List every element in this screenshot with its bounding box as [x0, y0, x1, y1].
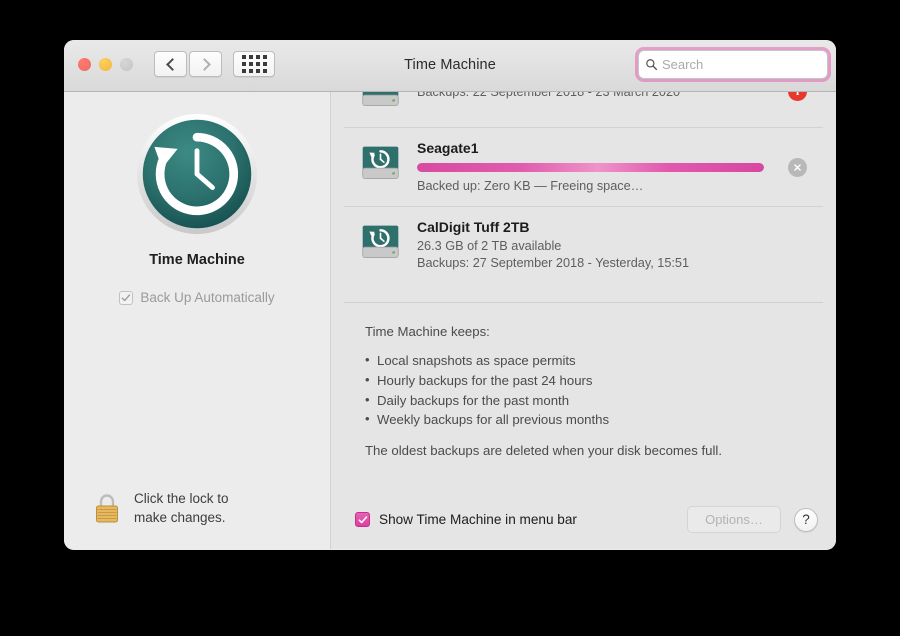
divider	[344, 302, 823, 303]
time-machine-icon	[136, 113, 258, 235]
search-icon	[646, 59, 658, 71]
lock-text-line2: make changes.	[134, 510, 226, 525]
bottom-bar: Show Time Machine in menu bar Options… ?	[355, 506, 818, 533]
table-row[interactable]: 18.2 GB of 2 TB available Backups: 22 Se…	[344, 92, 823, 128]
closed-padlock-icon[interactable]	[92, 491, 122, 525]
disk-backups-range: Backups: 22 September 2018 - 23 March 20…	[417, 92, 681, 99]
show-in-menu-bar-checkbox[interactable]	[355, 512, 370, 527]
table-row[interactable]: Seagate1 Backed up: Zero KB — Freeing sp…	[344, 128, 823, 207]
window-body: Time Machine Back Up Automatically Click…	[64, 92, 836, 549]
auto-backup-checkbox[interactable]	[119, 290, 134, 305]
checkmark-icon	[358, 515, 367, 523]
checkmark-icon	[121, 293, 131, 301]
window-titlebar: Time Machine	[64, 40, 836, 92]
keeps-title: Time Machine keeps:	[365, 324, 490, 339]
time-machine-keeps-section: Time Machine keeps: Local snapshots as s…	[365, 324, 812, 458]
search-input[interactable]	[662, 57, 836, 72]
backup-disk-list-scroll[interactable]: 18.2 GB of 2 TB available Backups: 22 Se…	[331, 92, 836, 302]
backup-disk-icon	[362, 92, 399, 106]
preferences-window: Time Machine Search Time Machine Back Up…	[64, 40, 836, 550]
backup-progress-fill	[417, 163, 764, 172]
disk-name: Seagate1	[417, 140, 479, 156]
auto-backup-label: Back Up Automatically	[140, 290, 275, 305]
help-button[interactable]: ?	[794, 507, 818, 532]
sidebar: Time Machine Back Up Automatically Click…	[64, 92, 331, 549]
disk-name: CalDigit Tuff 2TB	[417, 219, 530, 235]
table-row[interactable]: CalDigit Tuff 2TB 26.3 GB of 2 TB availa…	[344, 207, 823, 283]
disk-capacity: 26.3 GB of 2 TB available	[417, 239, 562, 253]
app-name-label: Time Machine	[149, 252, 245, 268]
backup-disk-icon	[362, 146, 399, 179]
show-in-menu-bar-label: Show Time Machine in menu bar	[379, 512, 577, 527]
options-button[interactable]: Options…	[687, 506, 781, 533]
disk-backups-range: Backups: 27 September 2018 - Yesterday, …	[417, 256, 690, 270]
disk-info: 18.2 GB of 2 TB available Backups: 22 Se…	[417, 92, 782, 101]
lock-text: Click the lock to make changes.	[134, 489, 229, 527]
disk-status: Backed up: Zero KB — Freeing space…	[417, 179, 644, 193]
auto-backup-row[interactable]: Back Up Automatically	[64, 290, 330, 305]
alert-badge-label: i	[796, 92, 799, 97]
backup-progress-bar	[417, 163, 764, 172]
backup-disk-icon	[362, 225, 399, 258]
list-item: Local snapshots as space permits	[365, 350, 812, 371]
search-field[interactable]	[638, 50, 836, 79]
keeps-footer: The oldest backups are deleted when your…	[365, 443, 722, 459]
content-pane: 18.2 GB of 2 TB available Backups: 22 Se…	[331, 92, 836, 549]
lock-text-line1: Click the lock to	[134, 491, 229, 506]
disk-alert-badge[interactable]: i	[788, 92, 807, 101]
disk-info: Seagate1 Backed up: Zero KB — Freeing sp…	[417, 139, 782, 195]
backup-disk-list: 18.2 GB of 2 TB available Backups: 22 Se…	[331, 92, 836, 283]
list-item: Weekly backups for all previous months	[365, 409, 812, 430]
list-item: Daily backups for the past month	[365, 390, 812, 411]
list-item: Hourly backups for the past 24 hours	[365, 370, 812, 391]
close-icon	[794, 163, 801, 171]
lock-row[interactable]: Click the lock to make changes.	[92, 489, 229, 527]
cancel-backup-button[interactable]	[788, 157, 807, 177]
disk-info: CalDigit Tuff 2TB 26.3 GB of 2 TB availa…	[417, 218, 807, 272]
